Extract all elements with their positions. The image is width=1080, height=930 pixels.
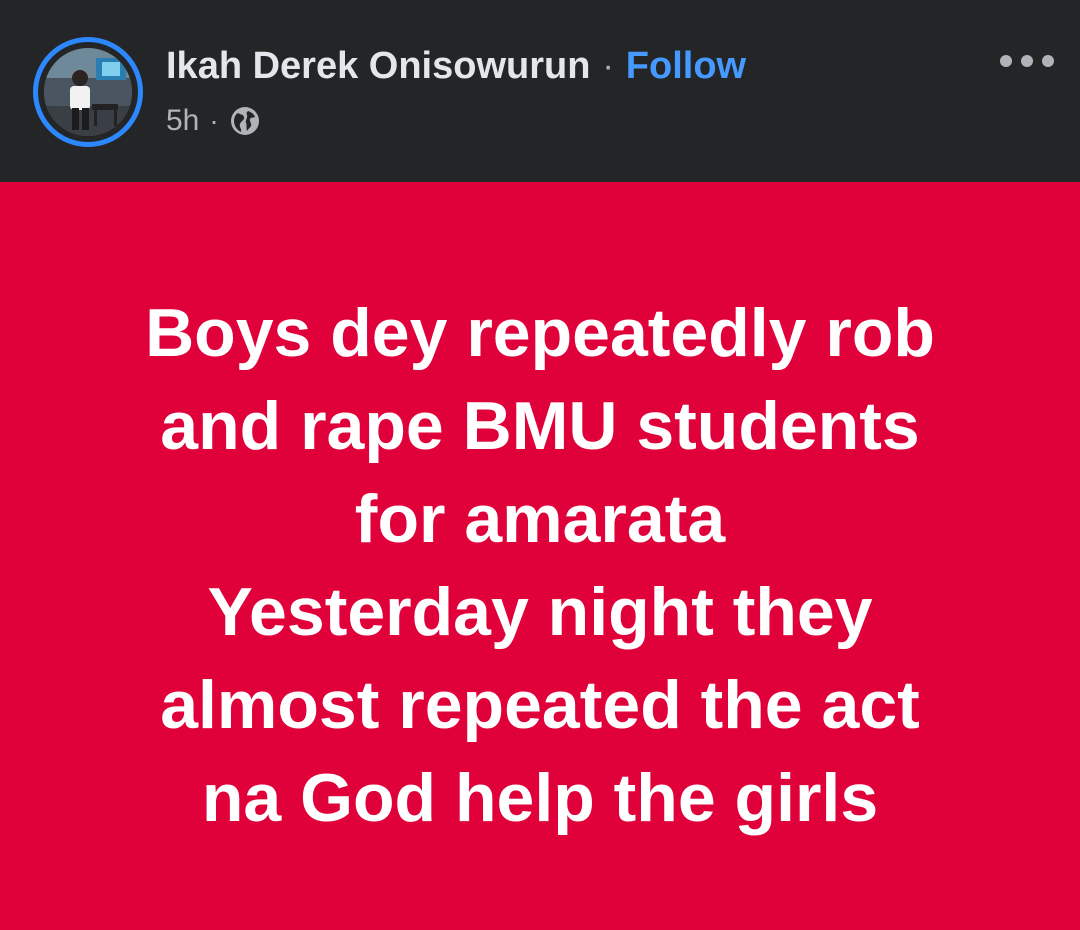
author-name[interactable]: Ikah Derek Onisowurun <box>166 45 590 88</box>
follow-button[interactable]: Follow <box>626 45 746 88</box>
post-text-line: almost repeated the act <box>160 667 920 743</box>
post-meta: 5h · <box>166 102 261 140</box>
avatar-image <box>44 48 132 136</box>
post-body: Boys dey repeatedly rob and rape BMU stu… <box>0 182 1080 930</box>
post-text-line: na God help the girls <box>201 760 879 836</box>
more-dot <box>1000 55 1012 67</box>
avatar-ring[interactable] <box>33 37 143 147</box>
post-text: Boys dey repeatedly rob and rape BMU stu… <box>40 287 1040 845</box>
post-text-line: and rape BMU students <box>160 388 920 464</box>
post-time[interactable]: 5h <box>166 104 199 138</box>
post-header: Ikah Derek Onisowurun · Follow 5h · <box>0 0 1080 182</box>
post-text-line: for amarata <box>354 481 726 557</box>
more-dot <box>1021 55 1033 67</box>
separator-dot: · <box>602 46 614 85</box>
post-text-line: Boys dey repeatedly rob <box>145 295 935 371</box>
avatar[interactable] <box>44 48 132 136</box>
meta-separator-dot: · <box>209 105 219 136</box>
author-line: Ikah Derek Onisowurun · Follow <box>166 40 746 92</box>
globe-icon[interactable] <box>229 105 261 137</box>
post-text-line: Yesterday night they <box>207 574 873 650</box>
more-options-icon[interactable] <box>1000 46 1054 76</box>
more-dot <box>1042 55 1054 67</box>
